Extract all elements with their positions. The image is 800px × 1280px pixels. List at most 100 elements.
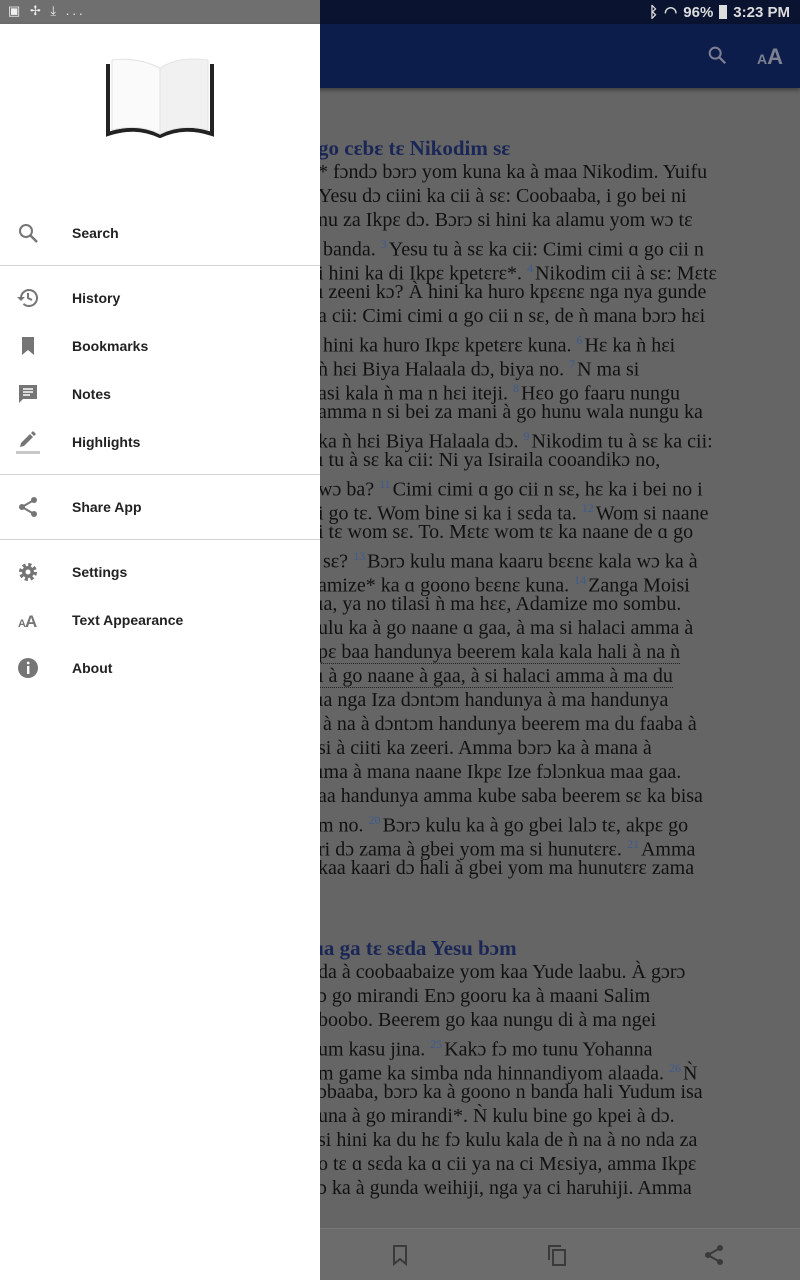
verse-number: 13	[353, 549, 366, 563]
verse-line[interactable]: ɔ ka à gunda weihiji, nga ya ci haruhiji…	[318, 1176, 692, 1200]
verse-line[interactable]: ıa, ya no tilasi ǹ ma hɛɛ, Adamize mo so…	[318, 592, 681, 616]
gear-icon	[19, 563, 37, 581]
bookmark-outline-icon[interactable]	[388, 1243, 412, 1267]
verse-text: ıa, ya no tilasi ǹ ma hɛɛ, Adamize mo so…	[318, 593, 682, 615]
verse-text: pɛ baa handunya beerem kala kala hali à …	[318, 641, 681, 664]
verse-text: ı à go naane à gaa, à si halaci amma à m…	[318, 665, 673, 688]
clock: 3:23 PM	[733, 3, 790, 21]
verse-line[interactable]: nu za Ikpɛ dɔ. Bɔrɔ si hini ka alamu yom…	[318, 208, 692, 232]
verse-number: 26	[669, 1061, 682, 1075]
verse-number: 7	[569, 357, 576, 371]
copy-icon[interactable]	[545, 1243, 569, 1267]
verse-line[interactable]: ulu ka à go naane ɑ gaa, à ma si halaci …	[318, 616, 693, 640]
drawer-item-label: Notes	[72, 386, 111, 402]
verse-line[interactable]: a cii: Cimi cimi ɑ go cii n sɛ, de ǹ man…	[318, 304, 705, 328]
verse-text: kaa kaari dɔ hali à gbei yom ma hunutɛrɛ…	[318, 857, 695, 879]
verse-line[interactable]: Yesu dɔ ciini ka cii à sɛ: Coobaaba, i g…	[318, 184, 687, 208]
verse-number: 25	[430, 1037, 443, 1051]
drawer-item-label: Share App	[72, 499, 142, 515]
divider	[0, 265, 320, 266]
section-heading[interactable]: go cɛbɛ tɛ Nikodim sɛ	[318, 136, 510, 161]
verse-number: 20	[368, 813, 381, 827]
info-icon	[18, 658, 38, 678]
verse-line[interactable]: i tɛ wom sɛ. To. Mɛtɛ wom tɛ ka naane de…	[318, 520, 693, 544]
verse-line[interactable]: ɔ go mirandi Enɔ gooru ka à maani Salim	[318, 984, 650, 1008]
text-size-icon: AA	[18, 612, 37, 631]
verse-text: ɔ ka à gunda weihiji, nga ya ci haruhiji…	[318, 1177, 692, 1199]
drawer-item-bookmarks[interactable]: Bookmarks	[0, 322, 320, 370]
verse-line[interactable]: si à ciiti ka zeeri. Amma bɔrɔ ka à mana…	[318, 736, 652, 760]
verse-number: 9	[523, 429, 530, 443]
drawer-item-about[interactable]: About	[0, 644, 320, 692]
verse-line[interactable]: * fɔndɔ bɔrɔ yom kuna ka à maa Nikodim. …	[318, 160, 707, 184]
drawer-item-label: Settings	[72, 564, 128, 580]
verse-line[interactable]: ı tu à sɛ ka cii: Ni ya Isiraila cooandi…	[318, 448, 660, 472]
verse-line[interactable]: una à go mirandi*. Ǹ kulu bine go kpei à…	[318, 1104, 675, 1128]
share-icon[interactable]	[702, 1243, 726, 1267]
drawer-item-label: Bookmarks	[72, 338, 149, 354]
verse-line[interactable]: si hini ka du hɛ fɔ kulu kala de ǹ na à …	[318, 1128, 697, 1152]
drawer-item-search[interactable]: Search	[0, 209, 320, 257]
verse-line[interactable]: pɛ baa handunya beerem kala kala hali à …	[318, 640, 681, 664]
verse-text: o tɛ ɑ sɛda ka ɑ cii ya na ci Mɛsiya, am…	[318, 1153, 697, 1175]
text-size-icon[interactable]: AA	[757, 44, 783, 70]
verse-text: ulu ka à go naane ɑ gaa, à ma si halaci …	[318, 617, 694, 639]
verse-text: ɔ go mirandi Enɔ gooru ka à maani Salim	[318, 985, 651, 1007]
drawer-item-settings[interactable]: Settings	[0, 548, 320, 596]
drawer-item-label: Highlights	[72, 434, 141, 450]
verse-number: 21	[626, 837, 639, 851]
drawer-item-highlights[interactable]: Highlights	[0, 418, 320, 466]
wifi-icon: ◠	[664, 4, 678, 21]
verse-line[interactable]: ı à go naane à gaa, à si halaci amma à m…	[318, 664, 673, 688]
verse-number: 14	[574, 573, 587, 587]
search-icon[interactable]	[706, 44, 728, 66]
battery-percent: 96%	[683, 3, 714, 21]
verse-text: a cii: Cimi cimi ɑ go cii n sɛ, de ǹ man…	[318, 305, 706, 327]
verse-text: ɔbaaba, bɔrɔ ka à goono n banda hali Yud…	[318, 1081, 703, 1103]
verse-number: 8	[513, 381, 520, 395]
history-icon	[17, 289, 38, 307]
share-icon	[19, 497, 37, 517]
verse-number: 12	[581, 501, 594, 515]
verse-text: da à coobaabaize yom kaa Yude laabu. À g…	[318, 961, 686, 983]
verse-line[interactable]: ıa nga Iza dɔntɔm handunya à ma handunya	[318, 688, 668, 712]
drawer-item-share-app[interactable]: Share App	[0, 483, 320, 531]
verse-text: boobo. Beerem go kaa nungu di à ma ngei	[318, 1009, 657, 1031]
verse-text: i tɛ wom sɛ. To. Mɛtɛ wom tɛ ka naane de…	[318, 521, 694, 543]
drawer-item-notes[interactable]: Notes	[0, 370, 320, 418]
drawer-item-text-appearance[interactable]: A A Text Appearance	[0, 596, 320, 644]
verse-number: 4	[527, 261, 534, 275]
verse-text: si hini ka du hɛ fɔ kulu kala de ǹ na à …	[318, 1129, 698, 1151]
section-heading[interactable]: ıa ga tɛ sɛda Yesu bɔm	[318, 936, 517, 961]
status-bar: ▣ ✢ ⤓ ... ᛒ ◠ 96% 3:23 PM	[0, 0, 800, 24]
verse-line[interactable]: kaa kaari dɔ hali à gbei yom ma hunutɛrɛ…	[318, 856, 694, 880]
bookmark-icon	[22, 337, 34, 355]
drawer-item-label: Search	[72, 225, 119, 241]
overflow-indicator: ...	[65, 3, 86, 18]
verse-text: ıma à mana naane Ikpɛ Ize fɔlɔnkua maa g…	[318, 761, 682, 783]
drawer-item-history[interactable]: History	[0, 274, 320, 322]
verse-line[interactable]: à na à dɔntɔm handunya beerem ma du faab…	[318, 712, 697, 736]
divider	[0, 474, 320, 475]
navigation-drawer: Search History Bookmarks Notes Highlights Sha…	[0, 24, 320, 1280]
verse-text: amma n si bei za mani à go hunu wala nun…	[318, 401, 703, 423]
verse-number: 11	[379, 477, 391, 491]
verse-number: 3	[380, 237, 387, 251]
verse-text: ıa nga Iza dɔntɔm handunya à ma handunya	[318, 689, 669, 711]
verse-text: una à go mirandi*. Ǹ kulu bine go kpei à…	[318, 1105, 675, 1127]
svg-text:A: A	[25, 612, 37, 631]
verse-line[interactable]: boobo. Beerem go kaa nungu di à ma ngei	[318, 1008, 656, 1032]
drawer-item-label: History	[72, 290, 121, 306]
verse-line[interactable]: ı zeeni kɔ? À hini ka huro kpɛɛnɛ nga ny…	[318, 280, 706, 304]
verse-line[interactable]: ıma à mana naane Ikpɛ Ize fɔlɔnkua maa g…	[318, 760, 681, 784]
verse-text: aa handunya amma kube saba beerem sɛ ka …	[318, 785, 703, 807]
verse-line[interactable]: aa handunya amma kube saba beerem sɛ ka …	[318, 784, 703, 808]
verse-line[interactable]: o tɛ ɑ sɛda ka ɑ cii ya na ci Mɛsiya, am…	[318, 1152, 696, 1176]
battery-icon	[719, 5, 728, 19]
verse-text: nu za Ikpɛ dɔ. Bɔrɔ si hini ka alamu yom…	[318, 209, 693, 231]
drawer-item-label: Text Appearance	[72, 612, 184, 628]
verse-line[interactable]: ɔbaaba, bɔrɔ ka à goono n banda hali Yud…	[318, 1080, 703, 1104]
verse-line[interactable]: amma n si bei za mani à go hunu wala nun…	[318, 400, 703, 424]
verse-line[interactable]: da à coobaabaize yom kaa Yude laabu. À g…	[318, 960, 685, 984]
highlight-icon	[16, 431, 40, 454]
